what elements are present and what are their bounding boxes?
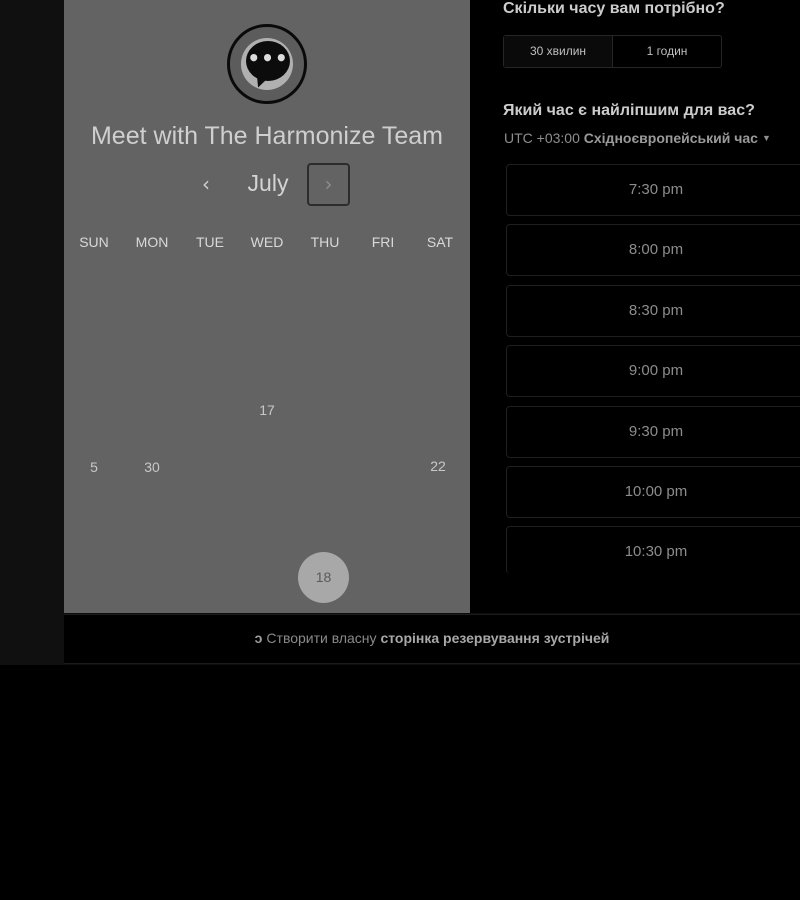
time-slot[interactable]: 9:00 pm <box>506 345 800 397</box>
timezone-name: Східноєвропейський час <box>583 130 758 146</box>
duration-option-30min[interactable]: 30 хвилин <box>504 36 613 67</box>
calendar-day[interactable]: 22 <box>416 458 460 474</box>
calendar-day[interactable]: 5 <box>72 459 116 475</box>
time-slot[interactable]: 9:30 pm <box>506 406 800 458</box>
time-slot[interactable]: 10:30 pm <box>506 526 800 574</box>
calendar-day[interactable]: 17 <box>245 402 289 418</box>
chat-bubble-dots-icon: ••• <box>227 24 307 104</box>
selected-day[interactable]: 18 <box>298 552 349 603</box>
time-heading: Який час є найліпшим для вас? <box>503 102 755 119</box>
time-slot[interactable]: 8:00 pm <box>506 224 800 276</box>
chevron-right-icon: › <box>324 172 333 196</box>
time-slot[interactable]: 8:30 pm <box>506 285 800 337</box>
duration-option-1hour[interactable]: 1 годин <box>613 36 721 67</box>
footer-prefix: Створити власну <box>266 630 377 646</box>
weekday-fri: FRI <box>371 234 395 250</box>
calendar-day[interactable]: 30 <box>130 459 174 475</box>
weekday-sun: SUN <box>79 234 109 250</box>
prev-month-button[interactable]: ‹ <box>191 172 221 198</box>
meeting-title: Meet with The Harmonize Team <box>90 122 443 150</box>
weekday-mon: MON <box>135 234 169 250</box>
chevron-left-icon: ‹ <box>202 172 210 196</box>
weekday-wed: WED <box>250 234 284 250</box>
weekday-thu: THU <box>310 234 340 250</box>
month-label: July <box>247 170 289 196</box>
next-month-button[interactable]: › <box>307 163 350 206</box>
footer-link[interactable]: сторінка резервування зустрічей <box>380 630 609 646</box>
timezone-selector[interactable]: UTC +03:00 Східноєвропейський час ▼ <box>504 130 771 146</box>
duration-options: 30 хвилин 1 годин <box>503 35 722 68</box>
left-margin <box>0 0 64 665</box>
time-slot[interactable]: 7:30 pm <box>506 164 800 216</box>
timezone-offset: UTC +03:00 <box>504 130 580 146</box>
caret-down-icon: ▼ <box>761 133 771 143</box>
weekday-sat: SAT <box>426 234 454 250</box>
time-slot[interactable]: 10:00 pm <box>506 466 800 518</box>
hubspot-sprocket-icon: ↄ <box>254 630 263 646</box>
weekday-tue: TUE <box>196 234 224 250</box>
duration-heading: Скільки часу вам потрібно? <box>503 0 725 17</box>
footer-bar: ↄ Створити власну сторінка резервування з… <box>64 614 800 664</box>
logo-dots: ••• <box>247 46 289 70</box>
